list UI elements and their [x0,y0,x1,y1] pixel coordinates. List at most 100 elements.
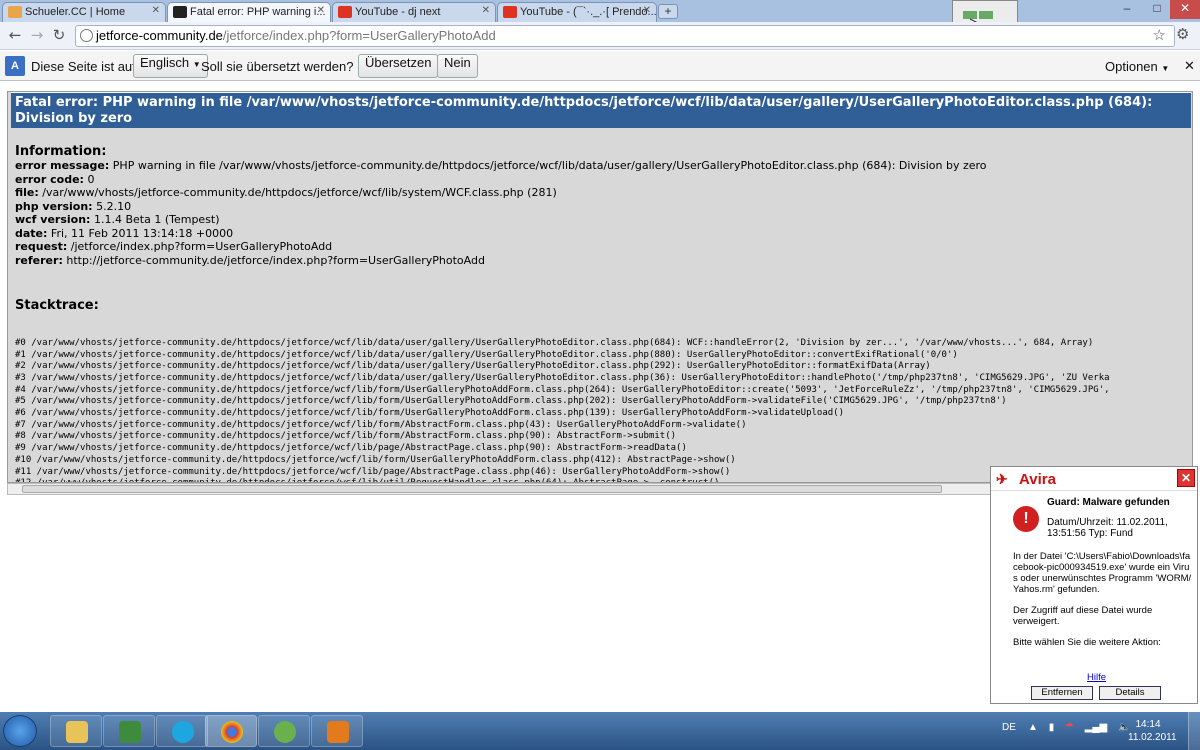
chevron-down-icon: ▼ [1161,64,1170,73]
stack-line: #11 /var/www/vhosts/jetforce-community.d… [15,466,731,477]
info-label: date: [15,226,48,240]
options-label: Optionen [1105,59,1158,74]
chevron-up-icon[interactable]: ▲ [1028,722,1038,733]
tab-fatal-error[interactable]: Fatal error: PHP warning i... ✕ [167,2,331,22]
help-link[interactable]: Hilfe [1087,672,1106,683]
tab-schueler[interactable]: Schueler.CC | Home ✕ [2,2,166,22]
reload-button[interactable]: ↻ [50,26,68,44]
tab-label: YouTube - (¯`·._.·[ Prendo... [520,6,657,18]
error-title: Fatal error: PHP warning in file /var/ww… [11,92,1191,128]
remove-button[interactable]: Entfernen [1031,686,1093,700]
info-label: referer: [15,253,63,267]
chrome-icon [221,721,243,743]
stack-line: #8 /var/www/vhosts/jetforce-community.de… [15,431,677,442]
show-desktop-button[interactable] [1188,712,1200,750]
tab-youtube-prendo[interactable]: YouTube - (¯`·._.·[ Prendo... ✕ [497,2,657,22]
close-icon[interactable]: ✕ [1177,469,1195,487]
language-select[interactable]: Englisch ▼ [133,54,208,78]
translate-button[interactable]: Übersetzen [358,54,439,78]
back-button[interactable]: ← [6,26,24,44]
network-tray-icon[interactable]: ▮ [1049,722,1055,733]
stack-line: #0 /var/www/vhosts/jetforce-community.de… [15,337,1094,348]
error-information: Information: error message: PHP warning … [15,144,987,267]
close-translate-icon[interactable]: ✕ [1184,58,1195,74]
youtube-icon [503,6,517,18]
avira-tray-icon[interactable]: ☂ [1065,722,1074,733]
stacktrace: Stacktrace: #0 /var/www/vhosts/jetforce-… [15,275,1110,482]
info-value: 5.2.10 [96,199,132,213]
folder-icon [66,721,88,743]
avira-brand: Avira [1019,471,1056,488]
chrome-taskbar-button[interactable] [205,715,257,747]
avira-date-line1: Datum/Uhrzeit: 11.02.2011, [1047,517,1168,528]
info-value: http://jetforce-community.de/jetforce/in… [66,253,485,267]
wrench-icon[interactable]: ⚙ [1176,25,1194,45]
clock-date: 11.02.2011 [1128,732,1177,743]
stack-line: #9 /var/www/vhosts/jetforce-community.de… [15,443,687,454]
media-player-icon [327,721,349,743]
avira-body2: Der Zugriff auf diese Datei wurde verwei… [1013,605,1153,627]
explorer-taskbar-button[interactable] [50,715,102,747]
address-bar[interactable]: jetforce-community.de/jetforce/index.php… [75,25,1175,47]
tab-strip: Schueler.CC | Home ✕ Fatal error: PHP wa… [0,0,1200,38]
close-tab-icon[interactable]: ✕ [643,5,651,16]
messenger-taskbar-button[interactable] [258,715,310,747]
start-button[interactable] [3,715,37,747]
no-translate-button[interactable]: Nein [437,54,478,78]
close-tab-icon[interactable]: ✕ [482,5,490,16]
tab-label: Fatal error: PHP warning i... [190,6,326,18]
close-tab-icon[interactable]: ✕ [317,5,325,16]
close-window-button[interactable]: ✕ [1170,0,1200,19]
skype-taskbar-button[interactable] [156,715,208,747]
url-path: /jetforce/index.php?form=UserGalleryPhot… [222,28,496,43]
browser-toolbar: ← → ↻ jetforce-community.de/jetforce/ind… [0,22,1200,50]
clock-time: 14:14 [1135,719,1161,730]
stack-line: #3 /var/www/vhosts/jetforce-community.de… [15,372,1110,383]
info-value: /jetforce/index.php?form=UserGalleryPhot… [70,240,333,253]
stack-line: #6 /var/www/vhosts/jetforce-community.de… [15,408,845,419]
details-button[interactable]: Details [1099,686,1161,700]
info-value: Fri, 11 Feb 2011 13:14:18 +0000 [50,226,234,240]
monitor-taskbar-button[interactable] [103,715,155,747]
new-tab-button[interactable]: + [658,4,678,19]
info-row: error message: PHP warning in file /var/… [15,159,987,173]
info-row: file: /var/www/vhosts/jetforce-community… [15,186,987,200]
maximize-button[interactable]: □ [1142,0,1172,19]
signal-icon[interactable]: ▂▄▆ [1085,722,1107,733]
language-value: Englisch [140,55,190,70]
page-icon [8,6,22,18]
avira-body3: Bitte wählen Sie die weitere Aktion: [1013,637,1161,648]
tray-icons: ▲ ▮ ☂ ▂▄▆ 🔈 [1028,722,1130,733]
info-label: php version: [15,199,93,213]
info-value: 0 [87,172,95,186]
stack-line: #2 /var/www/vhosts/jetforce-community.de… [15,361,931,372]
forward-button[interactable]: → [28,26,46,44]
bookmark-star-icon[interactable]: ☆ [1153,26,1166,46]
close-tab-icon[interactable]: ✕ [152,5,160,16]
avira-title: Guard: Malware gefunden [1047,497,1170,508]
messenger-icon [274,721,296,743]
stack-line: #10 /var/www/vhosts/jetforce-community.d… [15,454,736,465]
stack-line: #7 /var/www/vhosts/jetforce-community.de… [15,419,747,430]
minimize-button[interactable]: – [1112,0,1142,19]
info-row: wcf version: 1.1.4 Beta 1 (Tempest) [15,213,987,227]
scrollbar-thumb[interactable] [22,485,942,493]
options-menu[interactable]: Optionen ▼ [1105,59,1169,74]
translate-question: Soll sie übersetzt werden? [201,59,354,74]
avira-alert: ✈ Avira ✕ ! Guard: Malware gefunden Datu… [990,466,1198,704]
language-indicator[interactable]: DE [1002,722,1016,733]
translate-prefix: Diese Seite ist auf [31,59,136,74]
info-row: php version: 5.2.10 [15,200,987,214]
error-page: Fatal error: PHP warning in file /var/ww… [7,91,1193,483]
page-icon [173,6,187,18]
avira-date-line2: 13:51:56 Typ: Fund [1047,528,1133,539]
tab-label: Schueler.CC | Home [25,6,126,18]
media-player-taskbar-button[interactable] [311,715,363,747]
info-label: error message: [15,159,110,172]
taskbar: DE ▲ ▮ ☂ ▂▄▆ 🔈 14:14 11.02.2011 [0,712,1200,750]
stack-line: #5 /var/www/vhosts/jetforce-community.de… [15,396,1007,407]
tab-youtube-dj-next[interactable]: YouTube - dj next ✕ [332,2,496,22]
translate-icon: A [5,56,25,76]
system-clock[interactable]: 14:14 11.02.2011 [1128,718,1177,744]
info-label: file: [15,186,39,199]
